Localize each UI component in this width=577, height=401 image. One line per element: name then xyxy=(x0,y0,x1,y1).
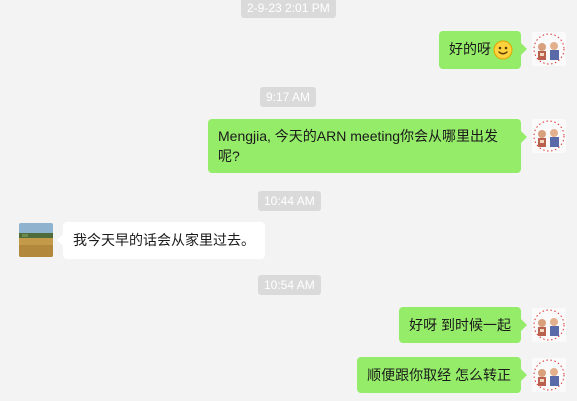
message-text: 好呀 到时候一起 xyxy=(409,317,511,333)
message-text-line: 呢? xyxy=(218,148,240,164)
message-bubble-sent[interactable]: Mengjia, 今天的ARN meeting你会从哪里出发 呢? xyxy=(208,119,527,173)
message-text-line: Mengjia, 今天的ARN meeting你会从哪里出发 xyxy=(218,128,499,144)
smile-emoji-icon xyxy=(493,40,513,60)
contact-avatar[interactable] xyxy=(19,223,53,257)
message-bubble-sent[interactable]: 顺便跟你取经 怎么转正 xyxy=(357,357,527,393)
message-text: 好的呀 xyxy=(449,41,491,57)
timestamp: 10:54 AM xyxy=(258,275,321,295)
user-avatar[interactable] xyxy=(532,32,566,66)
message-bubble-sent[interactable]: 好的呀 xyxy=(439,31,527,69)
user-avatar[interactable] xyxy=(532,308,566,342)
user-avatar[interactable] xyxy=(532,358,566,392)
message-text: 顺便跟你取经 怎么转正 xyxy=(367,367,511,383)
message-bubble-received[interactable]: 我今天早的话会从家里过去。 xyxy=(57,222,265,259)
timestamp: 2-9-23 2:01 PM xyxy=(241,0,336,18)
user-avatar[interactable] xyxy=(532,119,566,153)
timestamp: 9:17 AM xyxy=(260,87,317,107)
message-text: 我今天早的话会从家里过去。 xyxy=(73,232,255,248)
timestamp: 10:44 AM xyxy=(258,191,321,211)
message-bubble-sent[interactable]: 好呀 到时候一起 xyxy=(399,307,527,343)
